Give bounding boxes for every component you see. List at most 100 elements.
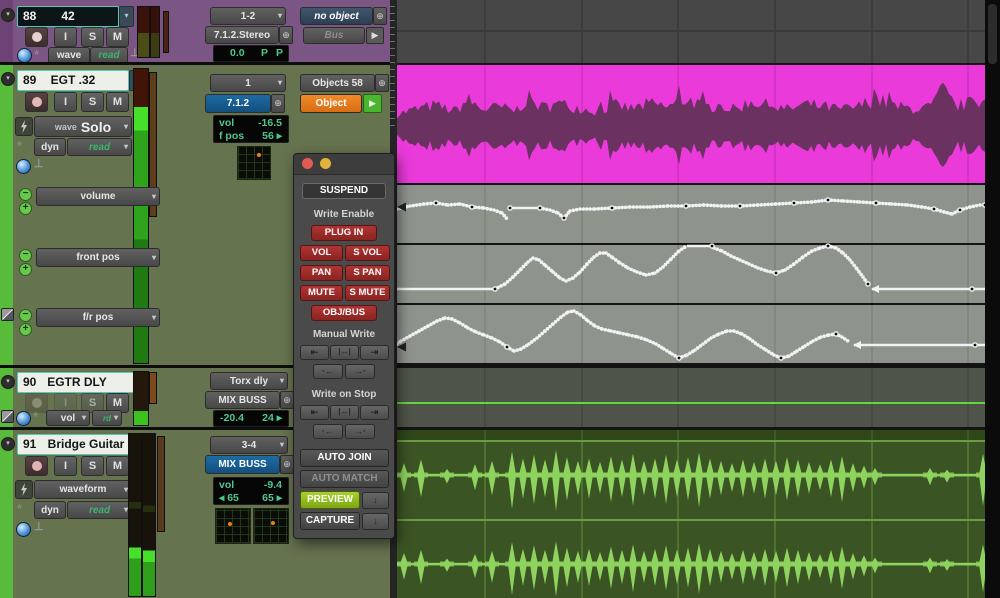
track-89-name-plate[interactable]: 89 EGT .32 — [17, 70, 129, 91]
s-pan-write-button[interactable]: S PAN — [345, 265, 390, 281]
track-90-name-plate[interactable]: 90 EGTR DLY — [17, 372, 137, 393]
capture-options-button[interactable]: ↓ — [362, 513, 389, 530]
track-90-automation-mode[interactable]: rd▾ — [92, 410, 122, 426]
track-89-elastic-audio-icon[interactable] — [15, 117, 33, 136]
lane-volume-selector[interactable]: volume▾ — [36, 187, 160, 206]
scrollbar-handle[interactable] — [988, 4, 997, 64]
track-88-name-menu-icon[interactable]: ▾ — [119, 6, 134, 27]
track-89-object-button[interactable]: Object — [300, 94, 362, 113]
track-90-output-pin-icon[interactable]: ⊕ — [280, 391, 294, 409]
write-to-start-button[interactable]: ⇤ — [300, 345, 329, 360]
write-to-end-button[interactable]: ⇥ — [360, 345, 389, 360]
track-90-volume-display[interactable]: -20.4 24 ▸ — [213, 410, 289, 427]
track-88-automation-mode[interactable]: read — [90, 47, 128, 62]
track-90-zoom-toggle-icon[interactable] — [1, 410, 14, 423]
stop-write-to-end-button[interactable]: ⇥ — [360, 405, 389, 420]
track-88-object-pin-icon[interactable]: ⊕ — [373, 7, 387, 25]
track-91-volume-display[interactable]: vol -9.4 ◂ 65 65 ▸ — [213, 477, 289, 505]
lane-frontpos-selector[interactable]: front pos▾ — [36, 248, 160, 267]
track-88-object-selector[interactable]: no object — [300, 7, 373, 25]
track-90-collapse-icon[interactable]: ▾ — [1, 375, 15, 389]
auto-match-button[interactable]: AUTO MATCH — [300, 470, 389, 488]
track-89-automation-mode[interactable]: read▾ — [67, 138, 132, 156]
capture-button[interactable]: CAPTURE — [300, 512, 360, 530]
track-89-zoom-toggle-icon[interactable] — [1, 308, 14, 321]
track-88-view-selector[interactable]: wave — [48, 47, 90, 62]
track-88-input-selector[interactable]: 1-2▾ — [210, 7, 286, 25]
write-to-punch-fwd-button[interactable]: →· — [345, 364, 375, 379]
obj-bus-write-button[interactable]: OBJ/BUS — [311, 305, 377, 321]
track-88-output-window-icon[interactable] — [17, 48, 32, 62]
track-88-output-selector[interactable]: 7.1.2.Stereo — [205, 26, 279, 44]
minimize-icon[interactable] — [320, 158, 331, 169]
track-89-object-selector[interactable]: Objects 58 — [300, 74, 375, 92]
track-91-freeze-icon[interactable]: * — [17, 501, 22, 516]
track-90-view-selector[interactable]: vol▾ — [46, 410, 90, 426]
close-icon[interactable] — [302, 158, 313, 169]
track-89-output-window-icon[interactable] — [16, 159, 31, 174]
lane-volume-remove-button[interactable]: − — [19, 188, 32, 201]
stop-write-to-selection-button[interactable]: |↔| — [330, 405, 359, 420]
track-89-grid-panner[interactable] — [237, 146, 271, 180]
lane-frpos-add-button[interactable]: + — [19, 323, 32, 336]
track-91-output-window-icon[interactable] — [16, 522, 31, 537]
track-89-input-monitor-button[interactable]: I — [54, 92, 77, 112]
suspend-button[interactable]: SUSPEND — [302, 183, 386, 199]
track-88-volume-display[interactable]: 0.0 P P — [213, 45, 289, 62]
track-88-output-pin-icon[interactable]: ⊕ — [279, 26, 293, 44]
track-91-solo-button[interactable]: S — [81, 456, 104, 476]
track-89-object-play-button[interactable]: ▶ — [363, 94, 382, 113]
plug-in-write-button[interactable]: PLUG IN — [311, 225, 377, 241]
lane-volume-add-button[interactable]: + — [19, 202, 32, 215]
track-88-name-plate[interactable]: 88 42 — [17, 6, 119, 27]
track-91-grid-panner-l[interactable] — [215, 508, 251, 544]
auto-join-button[interactable]: AUTO JOIN — [300, 449, 389, 467]
track-90-freeze-icon[interactable]: * — [33, 409, 38, 424]
preview-options-button[interactable]: ↓ — [362, 492, 389, 509]
vertical-scrollbar[interactable] — [985, 0, 1000, 598]
pan-write-button[interactable]: PAN — [300, 265, 343, 281]
track-91-mute-button[interactable]: M — [106, 456, 129, 476]
write-to-selection-button[interactable]: |↔| — [330, 345, 359, 360]
track-88-bus-arrow-button[interactable]: ▶ — [366, 27, 384, 44]
track-91-color-strip[interactable] — [0, 430, 13, 598]
track-91-grid-panner-r[interactable] — [253, 508, 289, 544]
track-88-input-monitor-button[interactable]: I — [54, 27, 77, 47]
lane-frpos-remove-button[interactable]: − — [19, 309, 32, 322]
track-88-record-button[interactable] — [25, 27, 48, 47]
track-91-output-pin-icon[interactable]: ⊕ — [280, 455, 294, 474]
track-89-solo-button[interactable]: S — [81, 92, 104, 112]
track-91-collapse-icon[interactable]: ▾ — [1, 437, 15, 451]
track-90-input-selector[interactable]: Torx dly▾ — [210, 372, 288, 390]
track-91-output-meter-icon[interactable]: ⊥ — [34, 520, 44, 533]
preview-button[interactable]: PREVIEW — [300, 491, 360, 509]
track-88-solo-button[interactable]: S — [81, 27, 104, 47]
track-88-collapse-icon[interactable]: ▾ — [1, 8, 15, 22]
automation-window-titlebar[interactable] — [294, 154, 394, 175]
track-89-collapse-icon[interactable]: ▾ — [1, 72, 15, 86]
track-89-output-meter-icon[interactable]: ⊥ — [34, 157, 44, 170]
automation-window[interactable]: SUSPEND Write Enable PLUG IN VOL S VOL P… — [293, 153, 395, 539]
stop-write-punch-fwd-button[interactable]: →· — [345, 424, 375, 439]
write-to-punch-back-button[interactable]: ·← — [313, 364, 343, 379]
track-89-volume-display[interactable]: vol -16.5 f pos 56 ▸ — [213, 115, 289, 143]
track-91-view-selector[interactable]: waveform▾ — [34, 480, 132, 499]
track-91-dyn-box[interactable]: dyn — [34, 501, 66, 519]
track-89-freeze-icon[interactable]: * — [17, 138, 22, 153]
track-90-output-selector[interactable]: MIX BUSS — [205, 391, 280, 409]
track-91-input-selector[interactable]: 3-4▾ — [210, 436, 288, 454]
track-89-input-selector[interactable]: 1▾ — [210, 74, 286, 92]
track-89-output-selector[interactable]: 7.1.2 — [205, 94, 271, 113]
track-89-dyn-box[interactable]: dyn — [34, 138, 66, 156]
s-mute-write-button[interactable]: S MUTE — [345, 285, 390, 301]
track-88-freeze-icon[interactable]: * — [34, 47, 39, 62]
track-89-record-button[interactable] — [25, 92, 48, 112]
lane-frontpos-add-button[interactable]: + — [19, 263, 32, 276]
track-91-output-selector[interactable]: MIX BUSS — [205, 455, 280, 474]
vol-write-button[interactable]: VOL — [300, 245, 343, 261]
track-89-output-pin-icon[interactable]: ⊕ — [271, 94, 285, 113]
stop-write-punch-back-button[interactable]: ·← — [313, 424, 343, 439]
lane-frpos-selector[interactable]: f/r pos▾ — [36, 308, 160, 327]
mute-write-button[interactable]: MUTE — [300, 285, 343, 301]
track-90-output-window-icon[interactable] — [16, 411, 31, 426]
